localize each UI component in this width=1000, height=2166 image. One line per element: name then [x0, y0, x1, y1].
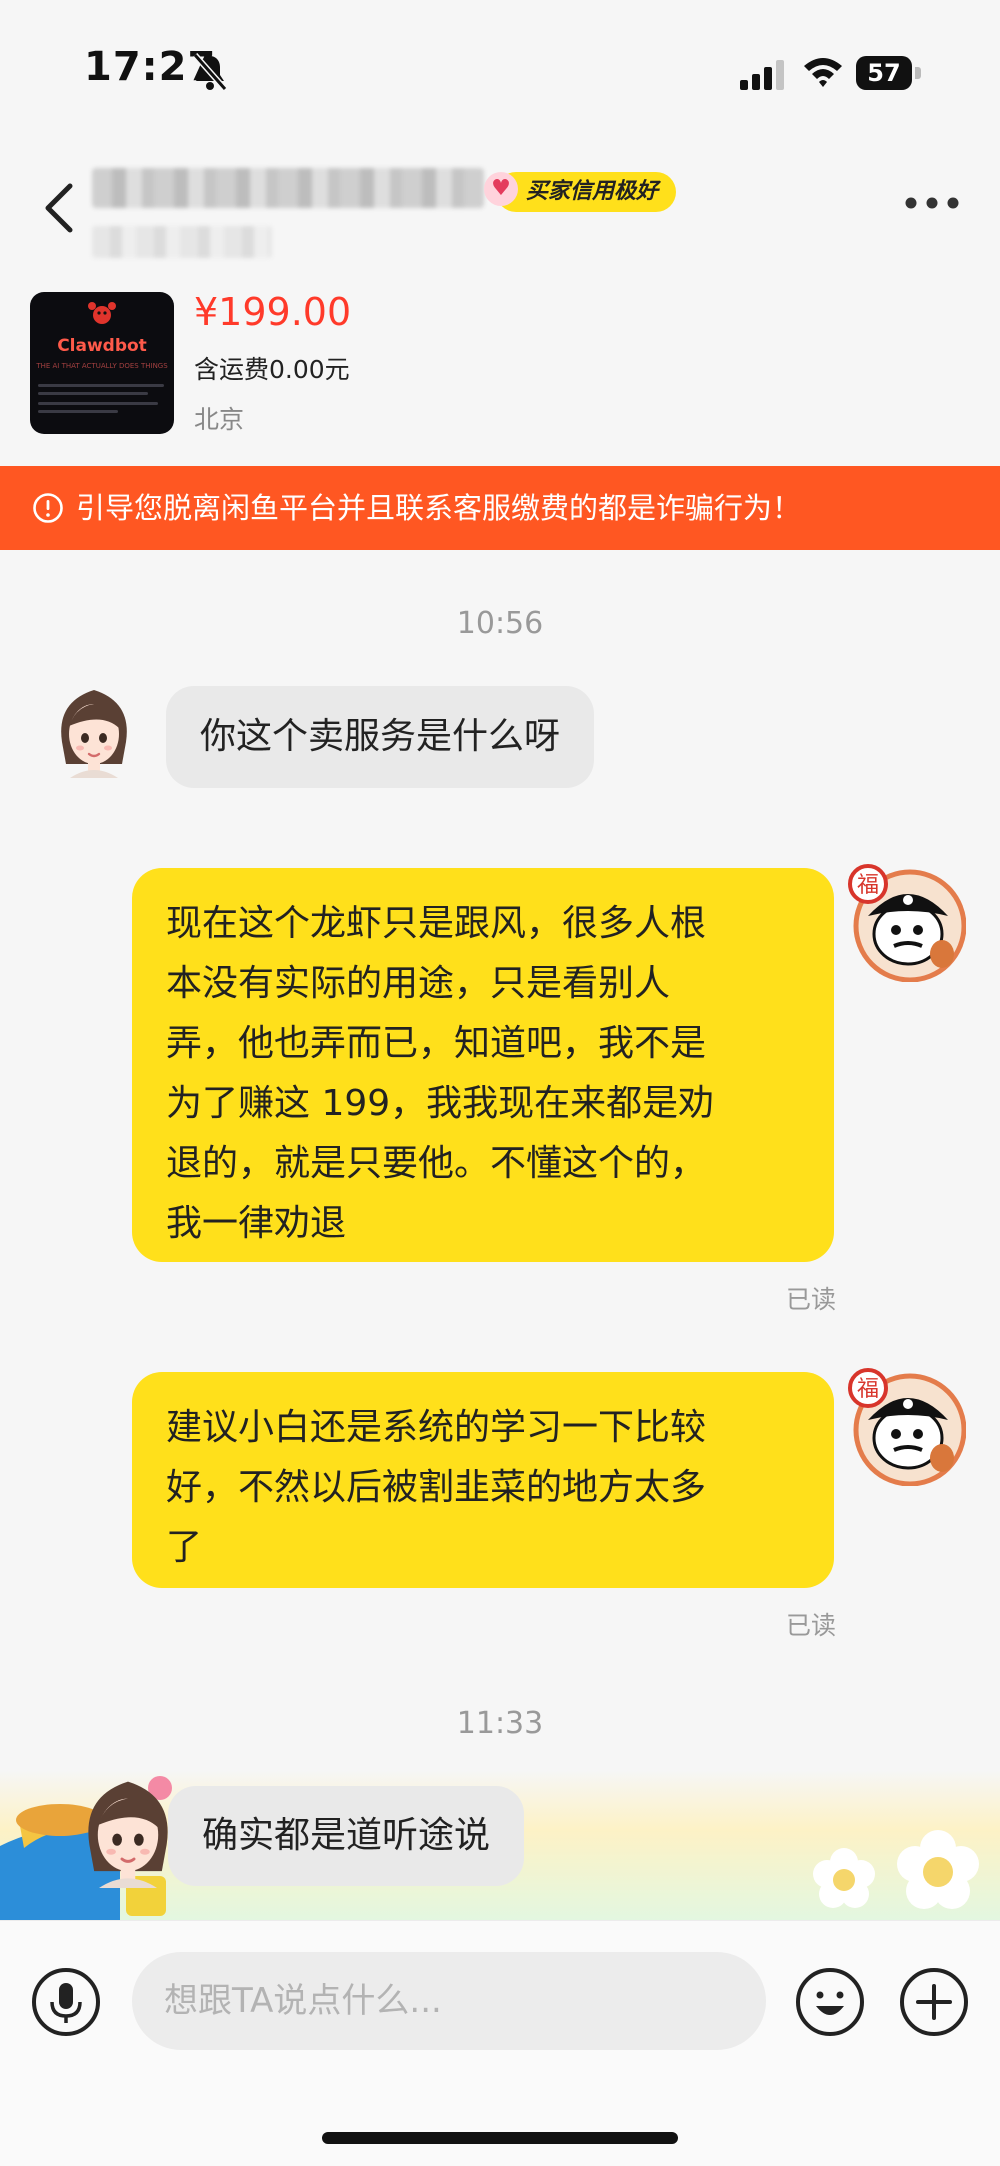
- message-line: 好，不然以后被割韭菜的地方太多: [166, 1467, 707, 1508]
- chat-timestamp: 11:33: [456, 1706, 544, 1741]
- flower-decoration-icon: [813, 1830, 979, 1909]
- message-bubble-left[interactable]: 你这个卖服务是什么呀: [166, 686, 595, 788]
- battery-level: 57: [856, 56, 912, 90]
- buyer-credit-badge: 买家信用极好: [496, 172, 677, 212]
- back-icon[interactable]: [40, 180, 80, 236]
- message-line: 退的，就是只要他。不懂这个的，: [166, 1143, 707, 1184]
- message-line: 本没有实际的用途，只是看别人: [166, 963, 671, 1004]
- warning-circle-icon: [33, 493, 63, 523]
- read-receipt: 已读: [786, 1611, 837, 1640]
- heart-eyes-icon: ♥: [484, 172, 518, 206]
- read-receipt: 已读: [786, 1285, 837, 1314]
- fortune-badge-icon: 福: [857, 873, 879, 898]
- message-line: 为了赚这 199，我我现在来都是劝: [166, 1083, 715, 1124]
- product-thumbnail[interactable]: Clawdbot THE AI THAT ACTUALLY DOES THING…: [30, 292, 174, 434]
- lobster-logo-icon: [88, 302, 116, 324]
- microphone-icon[interactable]: [30, 1966, 102, 2038]
- seller-subtitle-blurred: [92, 226, 272, 258]
- product-price: ¥199.00: [194, 290, 352, 334]
- fraud-warning-banner: 引导您脱离闲鱼平台并且联系客服缴费的都是诈骗行为！: [0, 466, 1000, 550]
- fraud-warning-text: 引导您脱离闲鱼平台并且联系客服缴费的都是诈骗行为！: [76, 491, 802, 525]
- chat-timestamp: 10:56: [456, 606, 544, 641]
- message-line: 现在这个龙虾只是跟风，很多人根: [166, 903, 707, 944]
- seller-avatar[interactable]: 福: [846, 862, 966, 982]
- product-thumb-title: Clawdbot: [57, 336, 147, 356]
- seller-name-blurred[interactable]: [92, 168, 484, 208]
- more-icon[interactable]: [904, 196, 960, 210]
- message-bubble-right[interactable]: 建议小白还是系统的学习一下比较 好，不然以后被割韭菜的地方太多 了: [132, 1372, 834, 1588]
- message-line: 弄，他也弄而已，知道吧，我不是: [166, 1023, 707, 1064]
- wifi-icon: [804, 58, 842, 87]
- bell-muted-icon: [192, 53, 228, 91]
- message-bubble-left[interactable]: 确实都是道听途说: [168, 1786, 525, 1886]
- product-location: 北京: [194, 405, 245, 434]
- message-bubble-right[interactable]: 现在这个龙虾只是跟风，很多人根 本没有实际的用途，只是看别人 弄，他也弄而已，知…: [132, 868, 834, 1262]
- shipping-fee: 含运费0.00元: [194, 355, 350, 384]
- home-indicator[interactable]: [322, 2132, 678, 2144]
- buyer-avatar[interactable]: [52, 682, 136, 778]
- message-line: 建议小白还是系统的学习一下比较: [166, 1407, 707, 1448]
- message-line: 我一律劝退: [166, 1203, 347, 1244]
- seller-avatar[interactable]: 福: [846, 1366, 966, 1486]
- cellular-signal-icon: [740, 60, 784, 90]
- battery-indicator: 57: [856, 56, 922, 90]
- message-input[interactable]: [132, 1952, 766, 2050]
- message-line: 了: [166, 1527, 203, 1568]
- add-more-icon[interactable]: [898, 1966, 970, 2038]
- emoji-icon[interactable]: [794, 1966, 866, 2038]
- product-thumb-subtitle: THE AI THAT ACTUALLY DOES THINGS: [36, 362, 168, 370]
- fortune-badge-icon: 福: [857, 1377, 879, 1402]
